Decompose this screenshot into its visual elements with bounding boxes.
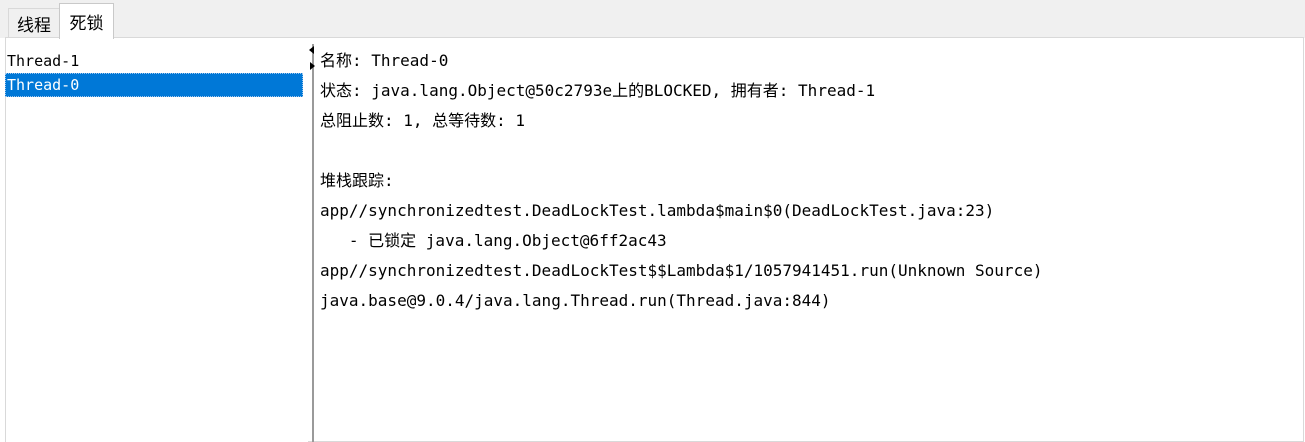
thread-list[interactable] [6,38,308,442]
tab-threads[interactable]: 线程 [8,8,60,38]
split-pane-divider[interactable] [312,44,314,442]
tab-bar: 线程 死锁 [0,0,1305,39]
stack-trace-heading: 堆栈跟踪: [320,171,394,190]
stack-frame: java.base@9.0.4/java.lang.Thread.run(Thr… [320,291,831,310]
thread-list-item-thread-0[interactable]: Thread-0 [5,73,303,97]
collapse-left-arrow-icon[interactable] [309,46,314,54]
thread-detail-text: 名称: Thread-0 状态: java.lang.Object@50c279… [320,46,1300,316]
stack-frame: app//synchronizedtest.DeadLockTest.lambd… [320,201,995,220]
thread-counts-line: 总阻止数: 1, 总等待数: 1 [320,111,526,130]
stack-frame: app//synchronizedtest.DeadLockTest$$Lamb… [320,261,1043,280]
thread-name-line: 名称: Thread-0 [320,51,449,70]
thread-state-line: 状态: java.lang.Object@50c2793e上的BLOCKED, … [320,81,876,100]
thread-list-item-thread-1[interactable]: Thread-1 [5,49,303,73]
expand-right-arrow-icon[interactable] [310,62,315,70]
tab-deadlock[interactable]: 死锁 [59,3,114,39]
stack-lock-info: - 已锁定 java.lang.Object@6ff2ac43 [320,231,667,250]
